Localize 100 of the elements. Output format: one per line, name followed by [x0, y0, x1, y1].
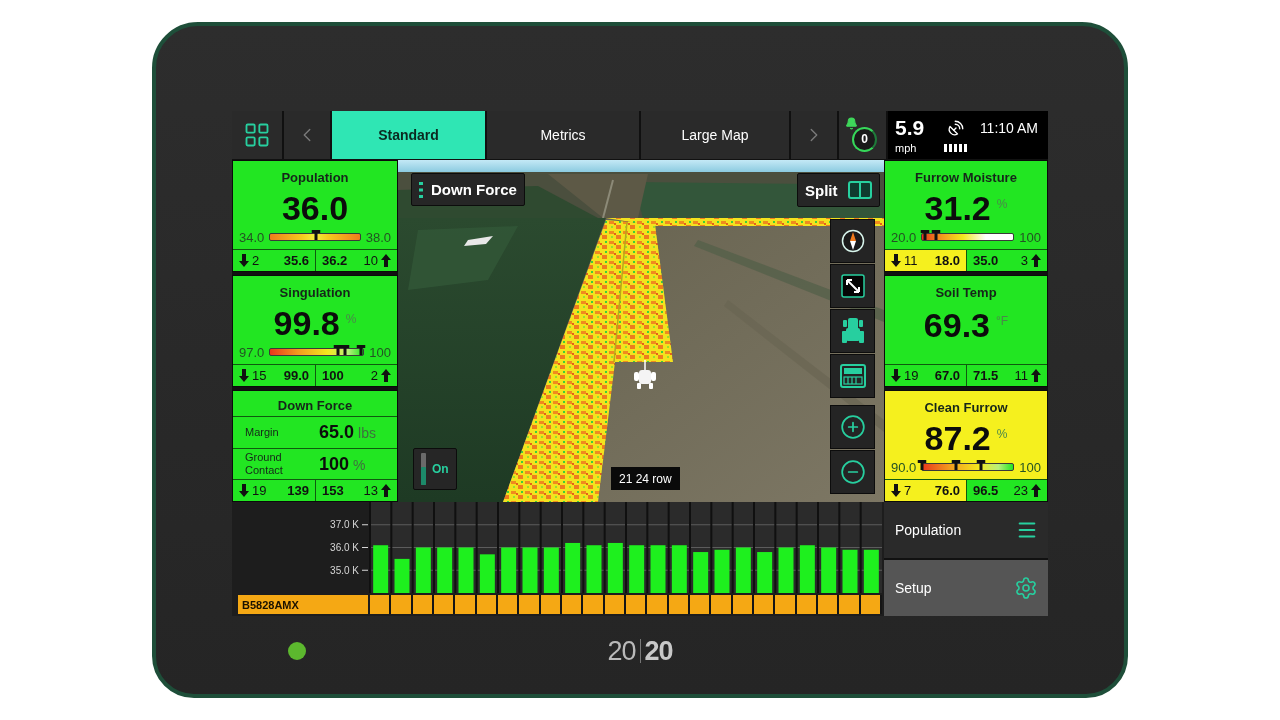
tractor-icon — [634, 360, 656, 390]
slider-switch-icon — [421, 453, 426, 485]
gauge-max-label: 38.0 — [365, 229, 391, 245]
row-label: Margin — [245, 426, 280, 439]
menu-icon — [419, 181, 423, 198]
chart-bar — [373, 545, 389, 593]
settings-icon — [1014, 576, 1038, 600]
unit-label: lbs — [358, 425, 376, 441]
gauge-max-label: 100 — [1019, 459, 1041, 475]
fullscreen-button[interactable] — [830, 264, 875, 308]
tile-title: Singulation — [278, 283, 352, 302]
stat-count: 2 — [252, 253, 260, 268]
gauge-max-label: 100 — [1019, 229, 1041, 245]
row-label: 21 24 row — [611, 467, 680, 490]
tile-title: Population — [280, 168, 350, 187]
split-button[interactable]: Split — [797, 173, 880, 207]
tile-title: Down Force — [233, 391, 397, 417]
alert-count-badge: 0 — [852, 126, 877, 152]
tab[interactable]: Metrics — [487, 111, 639, 159]
tile-title: Furrow Moisture — [914, 168, 1018, 187]
gauge-min-label: 34.0 — [239, 229, 265, 245]
stat-count: 10 — [363, 253, 378, 268]
alerts-button[interactable]: 0 — [839, 111, 886, 159]
axis-label: 35.0 K — [330, 564, 359, 576]
tile-title: Soil Temp — [934, 283, 998, 302]
stat-count: 3 — [1020, 253, 1028, 268]
down-arrow-icon — [239, 369, 249, 382]
hybrid-label: B5828AMX — [238, 595, 368, 614]
zoom-out-icon — [839, 459, 866, 485]
metric-value: 31.2 — [924, 190, 991, 225]
stat-count: 19 — [252, 483, 267, 498]
unit-label: % — [996, 196, 1008, 211]
unit-label: % — [996, 426, 1008, 441]
chart-bar — [437, 547, 453, 593]
toggle-button[interactable]: On — [413, 448, 457, 490]
down-arrow-icon — [239, 484, 249, 497]
tile-title: Clean Furrow — [923, 398, 1009, 417]
stat-count: 11 — [904, 253, 918, 268]
up-arrow-icon — [381, 254, 391, 267]
layer-button[interactable]: Down Force — [411, 173, 525, 206]
stat-count: 13 — [363, 483, 378, 498]
stat-count: 23 — [1013, 483, 1028, 498]
zoom-out-button[interactable] — [830, 450, 875, 494]
chart-bar — [693, 552, 709, 593]
metric-value: 36.0 — [281, 190, 349, 225]
chart-bar — [821, 547, 837, 593]
compass-button[interactable] — [830, 219, 875, 263]
split-view-icon — [847, 181, 872, 199]
tractor-button[interactable] — [830, 309, 875, 353]
stat-value: 71.5 — [973, 368, 999, 383]
stat-value: 67.0 — [934, 368, 960, 383]
zoom-in-button[interactable] — [830, 405, 875, 449]
stat-count: 19 — [904, 368, 919, 383]
display-button[interactable] — [830, 354, 875, 398]
metric-value: 99.8 — [273, 305, 340, 340]
metric-value: 69.3 — [923, 308, 990, 342]
bell-icon — [845, 117, 858, 130]
up-arrow-icon — [1031, 254, 1041, 267]
display-icon — [839, 364, 866, 388]
stat-value: 18.0 — [934, 253, 960, 268]
metric-value: 100 — [319, 453, 350, 475]
gauge-min-label: 20.0 — [891, 229, 917, 245]
tractor-icon — [841, 318, 864, 344]
stat-value: 96.5 — [973, 483, 999, 498]
up-arrow-icon — [1031, 369, 1041, 382]
axis-label: 37.0 K — [330, 519, 359, 531]
clock-time: 11:10 AM — [979, 119, 1038, 136]
setup-button[interactable]: Setup — [884, 560, 1048, 616]
satellite-dish-icon — [947, 119, 966, 137]
expand-icon — [840, 274, 865, 298]
stat-value: 99.0 — [283, 368, 309, 383]
chart-bar — [629, 545, 645, 593]
metric-value: 87.2 — [924, 420, 991, 455]
unit-label: °F — [996, 314, 1009, 328]
unit-label: % — [345, 311, 357, 326]
menu-button[interactable]: Population — [884, 502, 1048, 558]
stat-value: 36.2 — [322, 253, 348, 268]
speed-unit: mph — [895, 142, 918, 155]
stat-count: 15 — [252, 368, 267, 383]
down-arrow-icon — [891, 369, 901, 382]
stat-count: 11 — [1014, 368, 1028, 383]
compass-icon — [840, 229, 865, 253]
brand-logo: 20 20 — [607, 635, 673, 667]
metric-value: 65.0 — [319, 422, 355, 443]
zoom-in-icon — [839, 414, 866, 440]
stat-value: 35.6 — [283, 253, 309, 268]
down-arrow-icon — [239, 254, 249, 267]
down-arrow-icon — [891, 254, 901, 267]
speed-value: 5.9 — [895, 117, 925, 139]
gauge-min-label: 97.0 — [239, 344, 265, 360]
unit-label: % — [353, 456, 366, 473]
tab[interactable]: Standard — [332, 111, 485, 159]
grid-icon — [243, 121, 271, 149]
stat-count: 2 — [370, 368, 378, 383]
chart-bar — [757, 552, 773, 593]
tab[interactable]: Large Map — [641, 111, 789, 159]
stat-value: 100 — [322, 368, 344, 383]
chart-bar — [501, 547, 517, 593]
up-arrow-icon — [381, 484, 391, 497]
row-label: Ground Contact — [245, 451, 284, 477]
